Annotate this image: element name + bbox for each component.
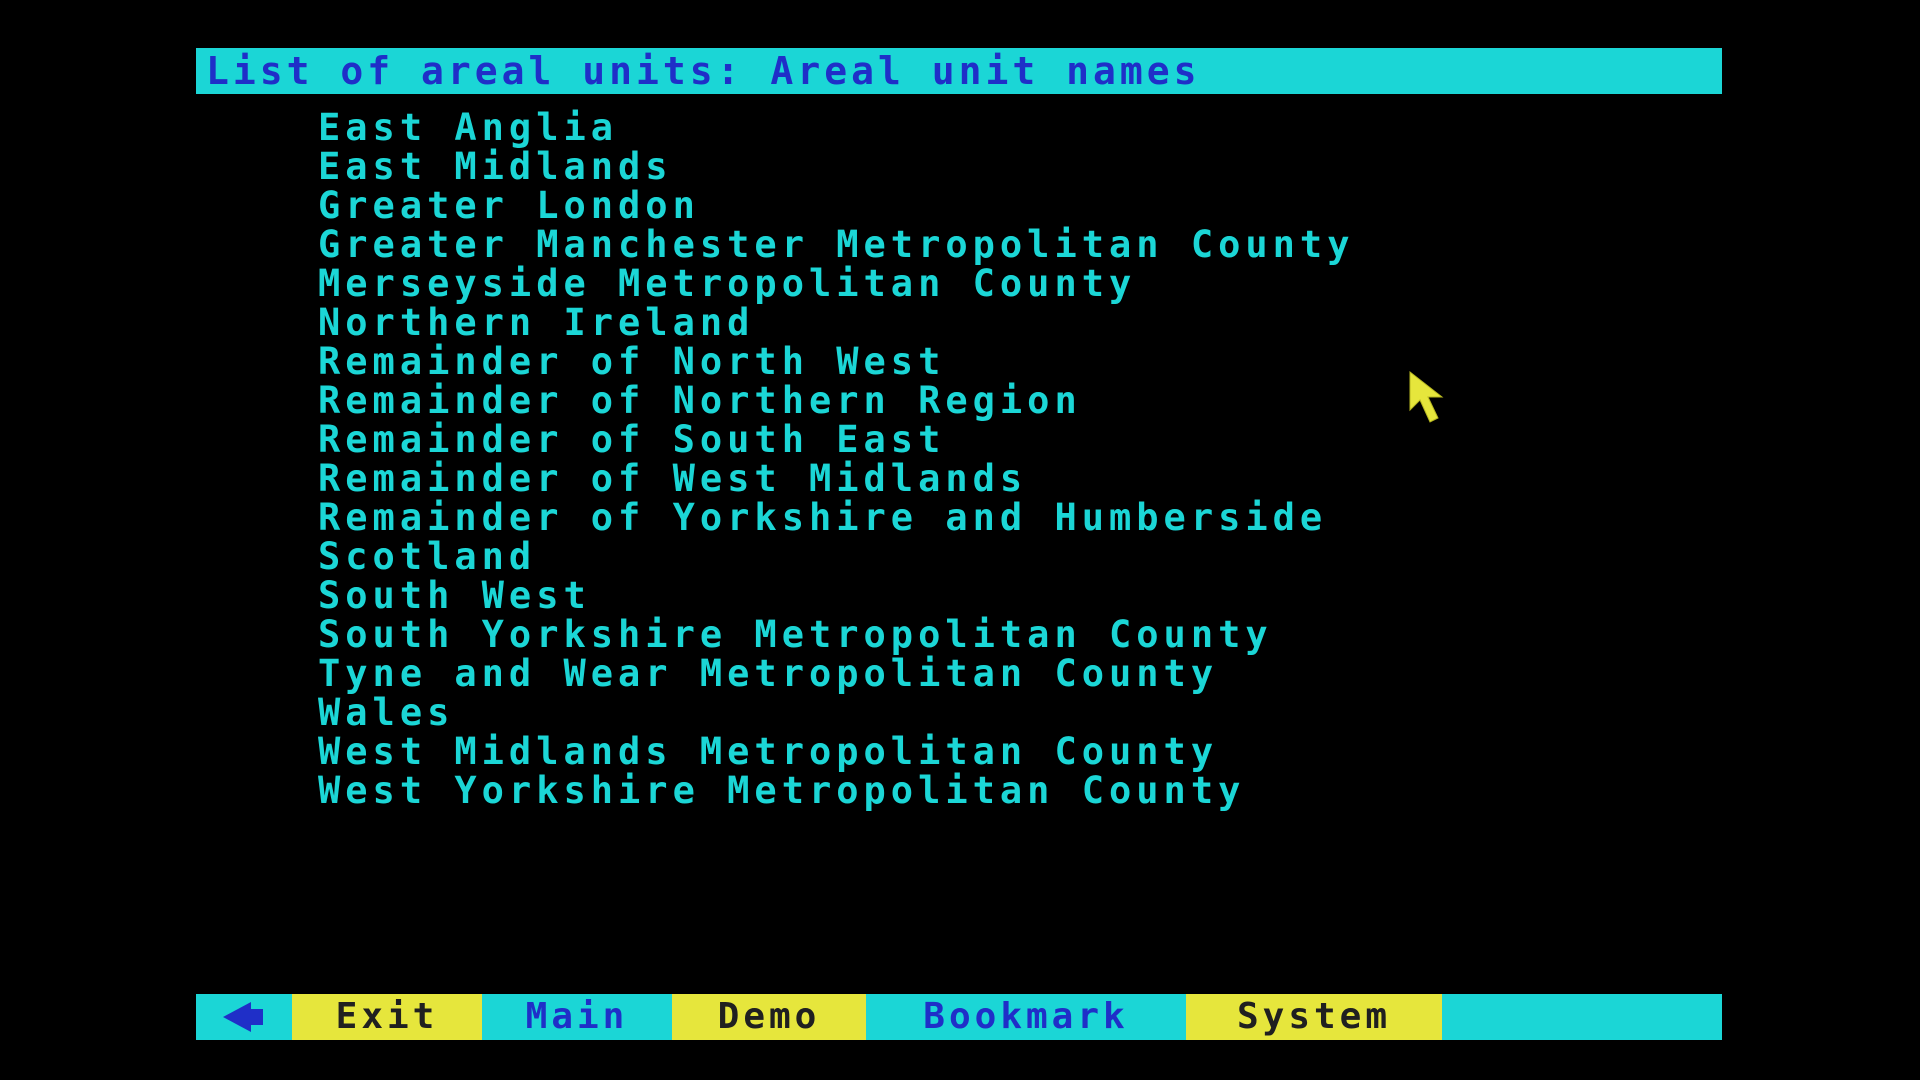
bottom-menu-bar: Exit Main Demo Bookmark System bbox=[196, 994, 1722, 1040]
list-item[interactable]: Wales bbox=[318, 693, 1618, 732]
list-item[interactable]: Merseyside Metropolitan County bbox=[318, 264, 1618, 303]
exit-button[interactable]: Exit bbox=[292, 994, 482, 1040]
back-button[interactable] bbox=[196, 994, 292, 1040]
list-item[interactable]: West Midlands Metropolitan County bbox=[318, 732, 1618, 771]
main-button[interactable]: Main bbox=[482, 994, 672, 1040]
system-button[interactable]: System bbox=[1186, 994, 1442, 1040]
list-item[interactable]: Scotland bbox=[318, 537, 1618, 576]
list-item[interactable]: South Yorkshire Metropolitan County bbox=[318, 615, 1618, 654]
list-item[interactable]: Greater London bbox=[318, 186, 1618, 225]
list-item[interactable]: Remainder of West Midlands bbox=[318, 459, 1618, 498]
list-item[interactable]: Northern Ireland bbox=[318, 303, 1618, 342]
list-item[interactable]: East Anglia bbox=[318, 108, 1618, 147]
list-item[interactable]: West Yorkshire Metropolitan County bbox=[318, 771, 1618, 810]
page-title: List of areal units: Areal unit names bbox=[196, 48, 1722, 94]
list-item[interactable]: Greater Manchester Metropolitan County bbox=[318, 225, 1618, 264]
list-item[interactable]: South West bbox=[318, 576, 1618, 615]
arrow-pointer-icon bbox=[1409, 370, 1444, 423]
list-item[interactable]: Tyne and Wear Metropolitan County bbox=[318, 654, 1618, 693]
bookmark-button[interactable]: Bookmark bbox=[866, 994, 1186, 1040]
screen: List of areal units: Areal unit names Ea… bbox=[0, 0, 1920, 1080]
menu-bar-filler bbox=[1442, 994, 1722, 1040]
back-arrow-icon bbox=[223, 1002, 263, 1032]
list-item[interactable]: Remainder of Yorkshire and Humberside bbox=[318, 498, 1618, 537]
areal-unit-list: East Anglia East Midlands Greater London… bbox=[318, 108, 1618, 810]
list-item[interactable]: East Midlands bbox=[318, 147, 1618, 186]
demo-button[interactable]: Demo bbox=[672, 994, 866, 1040]
